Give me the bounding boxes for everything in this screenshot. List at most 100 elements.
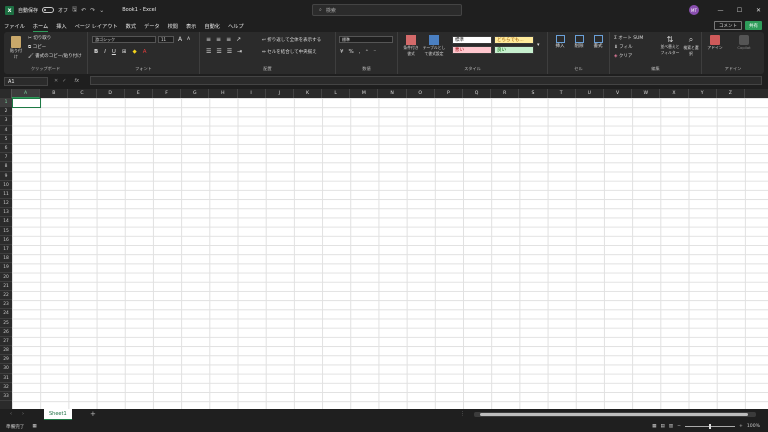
copy-button[interactable]: ⧉ コピー [28,44,46,50]
page-layout-view-icon[interactable]: ▤ [660,424,664,429]
style-normal[interactable]: 標準 [452,36,492,44]
wrap-text-button[interactable]: ↩ 折り返して全体を表示する [262,37,321,43]
customize-qat-icon[interactable]: ⌄ [99,7,104,14]
row-header[interactable]: 27 [0,337,12,347]
page-break-view-icon[interactable]: ▥ [669,424,673,429]
column-header[interactable]: L [322,89,351,98]
row-header[interactable]: 21 [0,282,12,291]
column-header[interactable]: Z [717,89,745,98]
row-header[interactable]: 29 [0,355,12,365]
row-header[interactable]: 10 [0,181,12,190]
row-header[interactable]: 4 [0,126,12,135]
row-header[interactable]: 22 [0,291,12,301]
row-header[interactable]: 8 [0,162,12,172]
row-header[interactable]: 30 [0,364,12,374]
column-header[interactable]: F [153,89,182,98]
cancel-icon[interactable]: ✕ [54,78,58,84]
styles-more-icon[interactable]: ▾ [537,42,540,48]
name-box[interactable]: A1 [4,76,48,86]
format-painter-button[interactable]: 🖌 書式のコピー/貼り付け [28,53,82,59]
font-size-select[interactable]: 11 [158,36,174,43]
column-header[interactable]: B [40,89,69,98]
row-header[interactable]: 6 [0,144,12,154]
indent-icon[interactable]: ⇥ [237,48,242,55]
enter-icon[interactable]: ✓ [62,78,66,84]
column-header[interactable]: I [238,89,266,98]
avatar[interactable]: MT [689,5,699,15]
font-name-select[interactable]: 游ゴシック [92,36,156,43]
shrink-font-button[interactable]: A [187,37,190,42]
worksheet-grid[interactable]: ABCDEFGHIJKLMNOPQRSTUVWXYZ 1 2 3 4 5 6 7 8 9 10 11… [0,89,768,409]
tab-insert[interactable]: 挿入 [52,20,70,32]
row-header[interactable]: 17 [0,245,12,255]
comment-button[interactable]: コメント [714,21,742,30]
tab-file[interactable]: ファイル [0,20,29,32]
column-header[interactable]: V [604,89,633,98]
insert-cells-button[interactable]: 挿入 [552,35,568,49]
accessibility-icon[interactable]: ▦ [32,424,36,429]
row-header[interactable]: 25 [0,319,12,328]
column-header[interactable]: O [407,89,435,98]
row-header[interactable]: 23 [0,300,12,310]
addins-button[interactable]: アドイン [706,35,724,51]
find-select-button[interactable]: ⌕ 検索と選択 [682,35,700,57]
column-header[interactable]: C [68,89,97,98]
style-neutral[interactable]: どちらでも... [494,36,534,44]
delete-cells-button[interactable]: 削除 [571,35,587,49]
decrease-decimal-icon[interactable]: ⁻ [373,49,376,55]
copilot-button[interactable]: Copilot [730,35,758,50]
grow-font-button[interactable]: A [178,36,182,43]
column-header[interactable]: N [378,89,407,98]
row-header[interactable]: 11 [0,190,12,200]
currency-icon[interactable]: ¥ [340,49,344,55]
tab-help[interactable]: ヘルプ [224,20,248,32]
format-cells-button[interactable]: 書式 [590,35,606,49]
conditional-format-button[interactable]: 条件付き書式 [402,35,420,57]
column-header[interactable]: H [209,89,238,98]
row-header[interactable]: 13 [0,208,12,218]
row-header[interactable]: 32 [0,383,12,392]
row-header[interactable]: 31 [0,374,12,383]
column-header[interactable]: R [491,89,520,98]
tab-review[interactable]: 校閲 [164,20,182,32]
column-header[interactable]: X [660,89,689,98]
sort-filter-button[interactable]: ⇅ 並べ替えとフィルター [660,35,680,56]
style-good[interactable]: 良い [494,46,534,54]
column-header[interactable]: U [576,89,604,98]
zoom-out-icon[interactable]: − [677,424,681,429]
search-box[interactable]: ⌕ 検索 [312,4,462,16]
format-as-table-button[interactable]: テーブルとして書式設定 [422,35,446,57]
row-header[interactable]: 14 [0,217,12,227]
paste-button[interactable]: 貼り付け [9,36,23,60]
row-header[interactable]: 20 [0,273,12,282]
row-header[interactable]: 3 [0,116,12,126]
row-header[interactable]: 33 [0,392,12,402]
underline-button[interactable]: U [112,49,116,55]
normal-view-icon[interactable]: ▦ [652,424,656,429]
row-header[interactable]: 9 [0,172,12,181]
increase-decimal-icon[interactable]: ⁺ [365,49,368,55]
row-header[interactable]: 15 [0,227,12,236]
column-header[interactable]: Y [689,89,717,98]
align-top-icon[interactable]: ≡ [206,36,211,43]
column-header[interactable]: S [519,89,548,98]
select-all-corner[interactable] [0,89,12,98]
column-header[interactable]: G [181,89,210,98]
merge-center-button[interactable]: ⇔ セルを結合して中央揃え [262,49,317,55]
column-header[interactable]: E [125,89,153,98]
row-header[interactable]: 28 [0,346,12,356]
row-header[interactable]: 12 [0,199,12,209]
zoom-in-icon[interactable]: + [739,424,743,429]
align-bottom-icon[interactable]: ≡ [226,36,231,43]
row-header[interactable]: 19 [0,263,12,273]
row-header[interactable]: 7 [0,153,12,163]
row-header[interactable]: 2 [0,107,12,117]
undo-icon[interactable]: ↶ [81,7,86,14]
border-icon[interactable]: ⊞ [122,49,127,55]
fill-button[interactable]: ⬇ フィル [614,44,633,50]
clear-button[interactable]: ◈ クリア [614,53,632,59]
insert-function-button[interactable]: fx [74,78,79,84]
row-header[interactable]: 16 [0,236,12,245]
next-sheet-icon[interactable]: › [22,409,24,420]
tab-automate[interactable]: 自動化 [200,20,224,32]
